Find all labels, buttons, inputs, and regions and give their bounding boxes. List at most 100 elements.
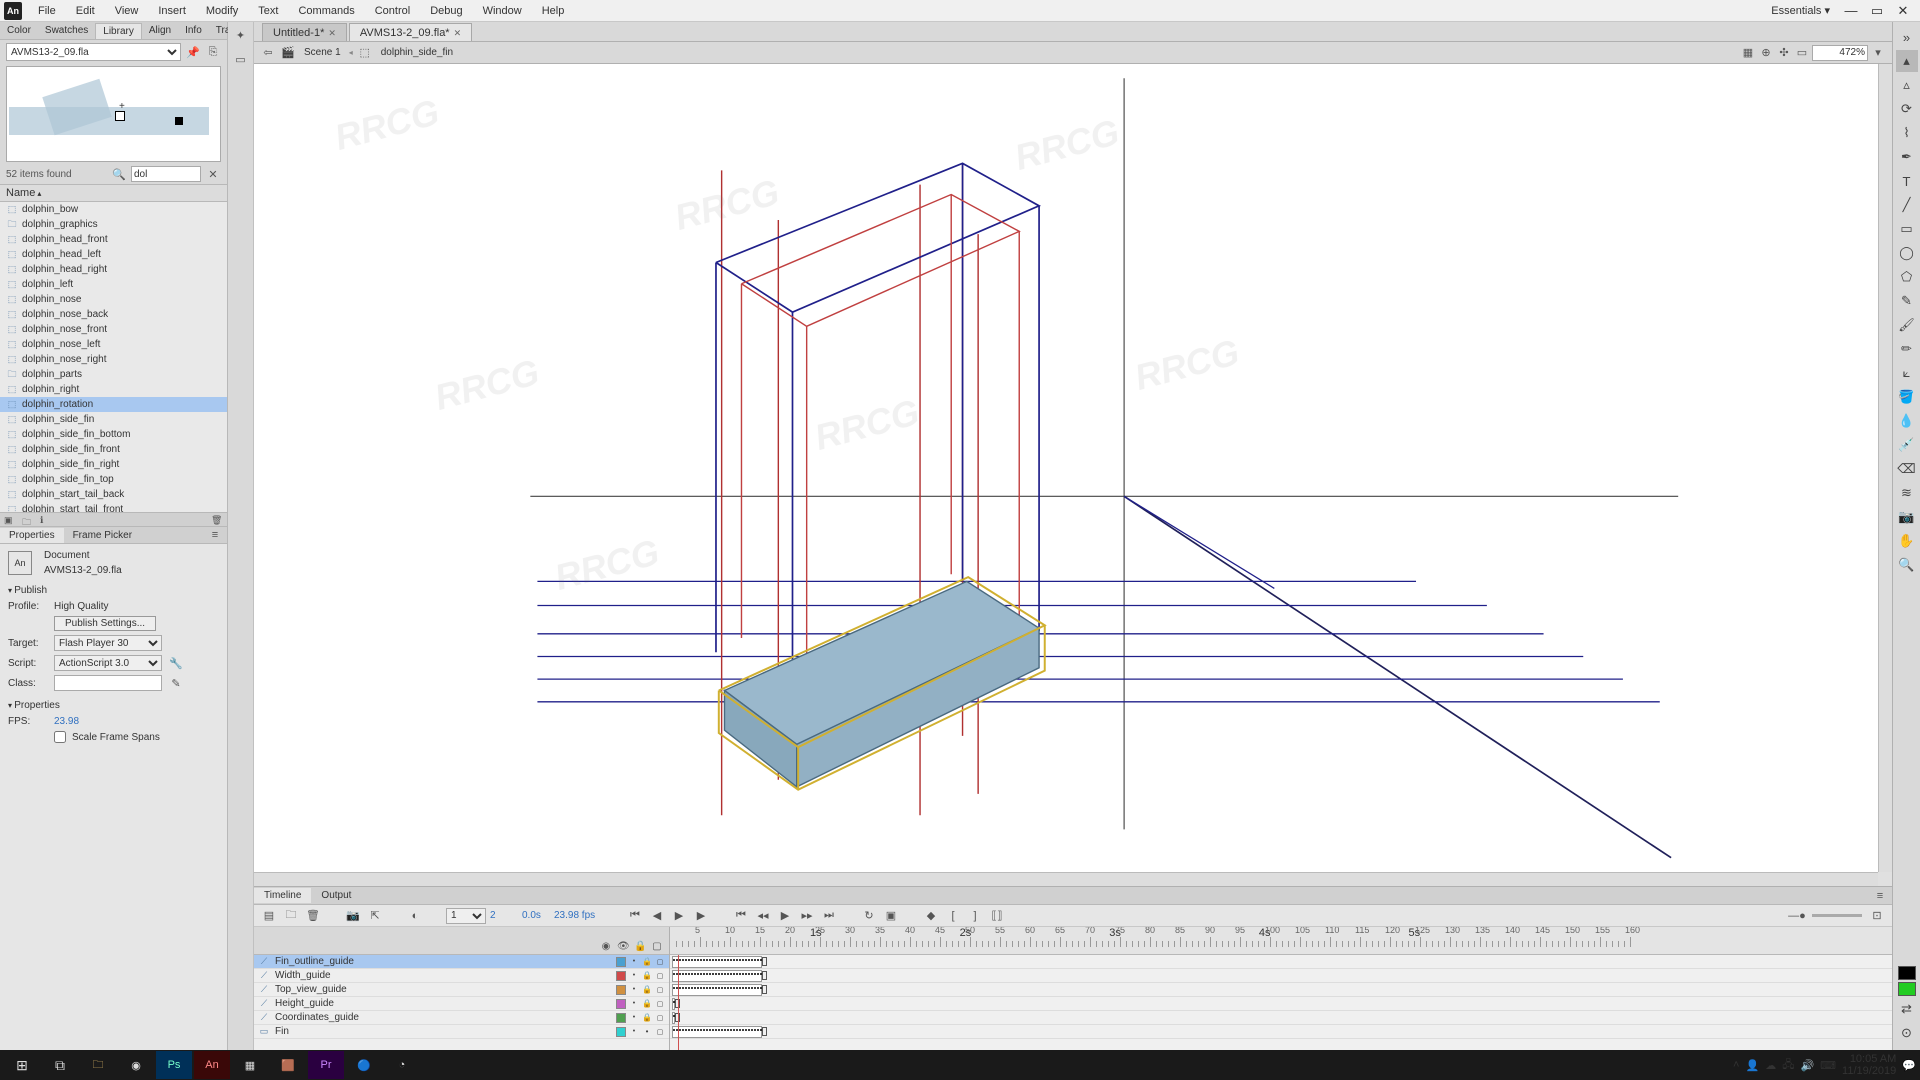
layer-visible-dot[interactable]: • bbox=[629, 986, 639, 993]
delete-icon[interactable]: 🗑 bbox=[211, 515, 223, 525]
start-button[interactable]: ⊞ bbox=[4, 1051, 40, 1079]
rect-tool-icon[interactable]: ▭ bbox=[1896, 218, 1918, 240]
loop-icon[interactable]: ↻ bbox=[860, 907, 878, 925]
frames-area[interactable] bbox=[670, 955, 1892, 1050]
stroke-color-swatch[interactable] bbox=[1898, 966, 1916, 980]
frame-row[interactable] bbox=[670, 997, 1892, 1011]
zoom-input[interactable] bbox=[1812, 45, 1868, 61]
lock-col-icon[interactable]: 🔒 bbox=[634, 941, 646, 952]
notifications-icon[interactable]: 💬 bbox=[1902, 1059, 1916, 1072]
doc-icon[interactable]: ▭ bbox=[232, 50, 250, 68]
layer-outline-dot[interactable]: ▢ bbox=[655, 1028, 665, 1036]
library-column-name[interactable]: Name ▴ bbox=[0, 184, 227, 202]
menu-view[interactable]: View bbox=[105, 3, 149, 19]
properties-icon[interactable]: ℹ bbox=[40, 515, 52, 525]
taskbar-clock[interactable]: 10:05 AM 11/19/2019 bbox=[1842, 1053, 1896, 1077]
chrome-icon[interactable]: ◉ bbox=[118, 1051, 154, 1079]
onion-skin-icon[interactable]: ▣ bbox=[882, 907, 900, 925]
tab-color[interactable]: Color bbox=[0, 23, 38, 38]
clip-icon[interactable]: ▦ bbox=[1740, 45, 1756, 61]
target-select[interactable]: Flash Player 30 bbox=[54, 635, 162, 651]
visibility-col-icon[interactable]: 👁 bbox=[617, 941, 629, 952]
new-symbol-icon[interactable]: ▣ bbox=[4, 515, 16, 525]
window-close[interactable]: ✕ bbox=[1890, 2, 1916, 20]
horizontal-scrollbar[interactable] bbox=[254, 872, 1878, 886]
layer-color-swatch[interactable] bbox=[616, 999, 626, 1009]
library-item[interactable]: ⬚dolphin_nose bbox=[0, 292, 227, 307]
layer-outline-dot[interactable]: ▢ bbox=[655, 972, 665, 980]
snap-option-icon[interactable]: ⊙ bbox=[1896, 1022, 1918, 1044]
library-list[interactable]: ⬚dolphin_bow🗀dolphin_graphics⬚dolphin_he… bbox=[0, 202, 227, 512]
eraser-tool-icon[interactable]: ⌫ bbox=[1896, 458, 1918, 480]
library-item[interactable]: ⬚dolphin_nose_front bbox=[0, 322, 227, 337]
layer-name[interactable]: Width_guide bbox=[273, 970, 613, 981]
tray-lang-icon[interactable]: ⌨ bbox=[1820, 1059, 1836, 1072]
next-frame-icon[interactable]: ▸▸ bbox=[798, 907, 816, 925]
layer-name[interactable]: Height_guide bbox=[273, 998, 613, 1009]
layer-lock-icon[interactable]: 🔒 bbox=[642, 1013, 652, 1022]
task-view-icon[interactable]: ⧉ bbox=[42, 1051, 78, 1079]
fill-color-swatch[interactable] bbox=[1898, 982, 1916, 996]
app4-icon[interactable]: ▦ bbox=[232, 1051, 268, 1079]
publish-settings-button[interactable]: Publish Settings... bbox=[54, 616, 156, 631]
library-item[interactable]: ⬚dolphin_side_fin_right bbox=[0, 457, 227, 472]
new-folder-icon[interactable]: 🗀 bbox=[282, 907, 300, 925]
marker2-icon[interactable]: ] bbox=[966, 907, 984, 925]
menu-text[interactable]: Text bbox=[248, 3, 288, 19]
menu-modify[interactable]: Modify bbox=[196, 3, 248, 19]
library-item[interactable]: ⬚dolphin_bow bbox=[0, 202, 227, 217]
menu-debug[interactable]: Debug bbox=[420, 3, 472, 19]
frames-column[interactable]: 1s2s3s4s5s 51015202530354045505560657075… bbox=[670, 927, 1892, 1050]
frame-row[interactable] bbox=[670, 1011, 1892, 1025]
menu-window[interactable]: Window bbox=[473, 3, 532, 19]
tab-swatches[interactable]: Swatches bbox=[38, 23, 95, 38]
library-item[interactable]: ⬚dolphin_start_tail_front bbox=[0, 502, 227, 512]
snap-icon[interactable]: ✦ bbox=[232, 26, 250, 44]
layer-lock-icon[interactable]: 🔒 bbox=[642, 999, 652, 1008]
tab-frame-picker[interactable]: Frame Picker bbox=[64, 528, 141, 543]
tab-output[interactable]: Output bbox=[311, 888, 361, 903]
new-folder-icon[interactable]: 🗀 bbox=[22, 515, 34, 525]
library-search-input[interactable] bbox=[131, 166, 201, 182]
layer-row[interactable]: ⟋ Fin_outline_guide • 🔒 ▢ bbox=[254, 955, 669, 969]
layer-color-swatch[interactable] bbox=[616, 957, 626, 967]
stage[interactable]: RRCG RRCG RRCG RRCG RRCG RRCG RRCG bbox=[254, 64, 1892, 886]
animate-icon[interactable]: An bbox=[194, 1051, 230, 1079]
publish-section[interactable]: Publish bbox=[8, 582, 219, 599]
swap-colors-icon[interactable]: ⇄ bbox=[1896, 998, 1918, 1020]
library-item[interactable]: ⬚dolphin_nose_left bbox=[0, 337, 227, 352]
frame-row[interactable] bbox=[670, 969, 1892, 983]
crumb-symbol[interactable]: dolphin_side_fin bbox=[377, 47, 457, 58]
menu-file[interactable]: File bbox=[28, 3, 66, 19]
center-stage-icon[interactable]: ⊕ bbox=[1758, 45, 1774, 61]
menu-control[interactable]: Control bbox=[365, 3, 420, 19]
marker-icon[interactable]: [ bbox=[944, 907, 962, 925]
expand-icon[interactable]: » bbox=[1896, 26, 1918, 48]
last-frame-icon[interactable]: ⏭ bbox=[820, 907, 838, 925]
tray-up-icon[interactable]: ˄ bbox=[1733, 1059, 1739, 1071]
text-tool-icon[interactable]: T bbox=[1896, 170, 1918, 192]
scale-frame-spans-checkbox[interactable] bbox=[54, 731, 66, 743]
polystar-tool-icon[interactable]: ⬠ bbox=[1896, 266, 1918, 288]
layer-visible-dot[interactable]: • bbox=[629, 958, 639, 965]
library-item[interactable]: 🗀dolphin_graphics bbox=[0, 217, 227, 232]
layer-color-swatch[interactable] bbox=[616, 1013, 626, 1023]
vertical-scrollbar[interactable] bbox=[1878, 64, 1892, 872]
timeline-ruler[interactable]: 1s2s3s4s5s 51015202530354045505560657075… bbox=[670, 927, 1892, 955]
edit-class-icon[interactable]: ✎ bbox=[168, 675, 184, 691]
layer-outline-dot[interactable]: ▢ bbox=[655, 958, 665, 966]
back-icon[interactable]: ⇦ bbox=[260, 45, 276, 61]
layer-lock-icon[interactable]: 🔒 bbox=[642, 957, 652, 966]
delete-layer-icon[interactable]: 🗑 bbox=[304, 907, 322, 925]
canvas[interactable]: RRCG RRCG RRCG RRCG RRCG RRCG RRCG bbox=[254, 64, 1878, 872]
timeline-zoom-slider[interactable] bbox=[1812, 914, 1862, 917]
frame-row[interactable] bbox=[670, 983, 1892, 997]
layer-outline-dot[interactable]: ▢ bbox=[655, 1014, 665, 1022]
script-select[interactable]: ActionScript 3.0 bbox=[54, 655, 162, 671]
onion-icon[interactable]: ◐ bbox=[406, 907, 424, 925]
library-item[interactable]: ⬚dolphin_left bbox=[0, 277, 227, 292]
zoom-tool-icon[interactable]: 🔍 bbox=[1896, 554, 1918, 576]
loop-back-icon[interactable]: ⏮ bbox=[626, 907, 644, 925]
menu-commands[interactable]: Commands bbox=[288, 3, 364, 19]
properties-section[interactable]: Properties bbox=[8, 697, 219, 714]
